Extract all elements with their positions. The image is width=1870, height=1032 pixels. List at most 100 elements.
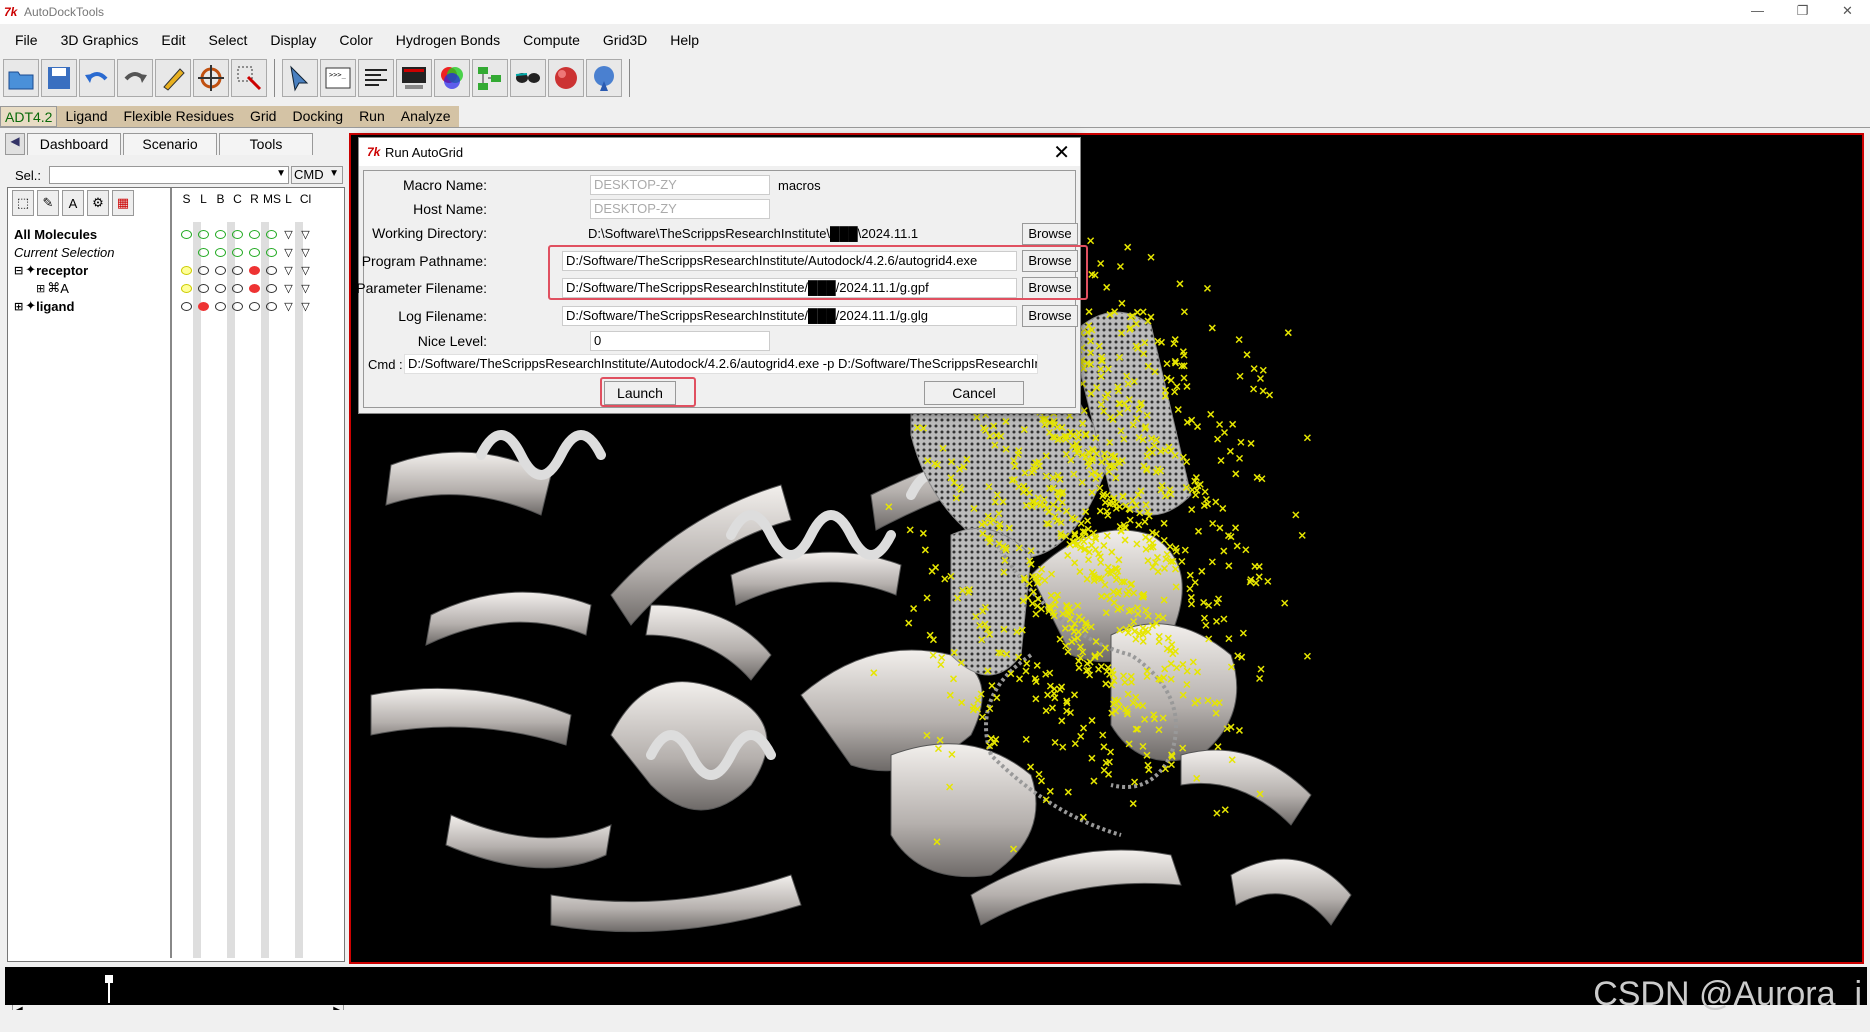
tab-scenario[interactable]: Scenario [123, 133, 217, 155]
label-tool-icon[interactable]: A [62, 190, 84, 216]
adt-menu-analyze[interactable]: Analyze [392, 105, 459, 127]
label-menu-icon[interactable]: ▽ [280, 280, 297, 296]
toggle-s[interactable] [178, 262, 195, 278]
col-header-b[interactable]: B [212, 192, 229, 206]
menu-compute[interactable]: Compute [509, 32, 589, 48]
toggle-s[interactable] [178, 280, 195, 296]
menu-select[interactable]: Select [195, 32, 257, 48]
host-name-field[interactable]: DESKTOP-ZY [590, 199, 770, 219]
toggle-r[interactable] [246, 226, 263, 242]
toggle-l[interactable] [195, 226, 212, 242]
browse-log-button[interactable]: Browse [1022, 305, 1078, 327]
menu-help[interactable]: Help [656, 32, 708, 48]
toggle-s[interactable] [178, 226, 195, 242]
tree-chain-a[interactable]: ⊞ ⌘ A [36, 280, 69, 296]
minimize-button[interactable]: — [1735, 0, 1780, 24]
log-filename-field[interactable]: D:/Software/TheScrippsResearchInstitute/… [562, 306, 1017, 326]
tree-all-molecules[interactable]: All Molecules [14, 226, 97, 242]
toggle-l[interactable] [195, 262, 212, 278]
toggle-ms[interactable] [263, 280, 280, 296]
timeline-bar[interactable] [5, 967, 1867, 1005]
col-header-ms[interactable]: MS [263, 192, 281, 206]
toggle-l[interactable] [195, 280, 212, 296]
col-header-l[interactable]: L [195, 192, 212, 206]
selection-combobox[interactable] [49, 166, 289, 184]
timeline-cursor[interactable] [105, 975, 113, 983]
browse-working-directory-button[interactable]: Browse [1022, 223, 1078, 245]
text-align-icon[interactable] [358, 59, 394, 97]
expand-icon[interactable]: ⊞ [36, 282, 45, 295]
gear-icon[interactable]: ⚙ [87, 190, 109, 216]
adt-menu-run[interactable]: Run [351, 105, 393, 127]
toggle-s[interactable] [178, 298, 195, 314]
col-header-cl[interactable]: Cl [297, 192, 314, 206]
close-icon[interactable]: ✕ [1053, 140, 1070, 165]
adt-version-button[interactable]: ADT4.2 [0, 105, 58, 127]
tree-current-selection[interactable]: Current Selection [14, 244, 114, 260]
menu-hydrogen-bonds[interactable]: Hydrogen Bonds [382, 32, 509, 48]
toggle-r[interactable] [246, 280, 263, 296]
toggle-b[interactable] [212, 298, 229, 314]
adt-menu-grid[interactable]: Grid [242, 105, 285, 127]
color-menu-icon[interactable]: ▽ [297, 298, 314, 314]
undo-icon[interactable] [79, 59, 115, 97]
stereo-glasses-icon[interactable] [510, 59, 546, 97]
cancel-button[interactable]: Cancel [924, 381, 1024, 405]
col-header-c[interactable]: C [229, 192, 246, 206]
cmd-dropdown[interactable]: CMD [291, 166, 343, 184]
adt-menu-ligand[interactable]: Ligand [57, 105, 116, 127]
toggle-c[interactable] [229, 280, 246, 296]
color-menu-icon[interactable]: ▽ [297, 244, 314, 260]
color-menu-icon[interactable]: ▽ [297, 226, 314, 242]
menu-display[interactable]: Display [256, 32, 325, 48]
expand-icon[interactable]: ⊞ [14, 300, 23, 313]
col-header-l2[interactable]: L [280, 192, 297, 206]
toggle-ms[interactable] [263, 262, 280, 278]
label-menu-icon[interactable]: ▽ [280, 298, 297, 314]
network-icon[interactable] [472, 59, 508, 97]
grid-tool-icon[interactable]: ▦ [112, 190, 134, 216]
menu-file[interactable]: File [0, 32, 47, 48]
nice-level-field[interactable]: 0 [590, 331, 770, 351]
toggle-c[interactable] [229, 298, 246, 314]
tab-tools[interactable]: Tools [219, 133, 313, 155]
toggle-b[interactable] [212, 262, 229, 278]
pointer-icon[interactable] [282, 59, 318, 97]
label-menu-icon[interactable]: ▽ [280, 226, 297, 242]
toggle-r[interactable] [246, 244, 263, 260]
save-icon[interactable] [41, 59, 77, 97]
cmd-field[interactable]: D:/Software/TheScrippsResearchInstitute/… [404, 354, 1038, 374]
adt-menu-docking[interactable]: Docking [284, 105, 352, 127]
toggle-ms[interactable] [263, 226, 280, 242]
toggle-b[interactable] [212, 280, 229, 296]
toggle-b[interactable] [212, 244, 229, 260]
pencil-tool-icon[interactable]: ✎ [37, 190, 59, 216]
color-cube-icon[interactable] [434, 59, 470, 97]
color-menu-icon[interactable]: ▽ [297, 280, 314, 296]
label-menu-icon[interactable]: ▽ [280, 244, 297, 260]
selection-icon[interactable] [231, 59, 267, 97]
target-icon[interactable] [193, 59, 229, 97]
menu-3d-graphics[interactable]: 3D Graphics [47, 32, 148, 48]
pencil-icon[interactable] [155, 59, 191, 97]
color-menu-icon[interactable]: ▽ [297, 262, 314, 278]
menu-grid3d[interactable]: Grid3D [589, 32, 656, 48]
toggle-c[interactable] [229, 244, 246, 260]
screen-icon[interactable] [396, 59, 432, 97]
open-folder-icon[interactable] [3, 59, 39, 97]
adt-menu-flexible-residues[interactable]: Flexible Residues [115, 105, 243, 127]
select-tool-icon[interactable]: ⬚ [12, 190, 34, 216]
toggle-l[interactable] [195, 244, 212, 260]
toggle-r[interactable] [246, 262, 263, 278]
pmv-logo-icon[interactable] [586, 59, 622, 97]
menu-color[interactable]: Color [325, 32, 381, 48]
toggle-c[interactable] [229, 262, 246, 278]
expand-icon[interactable]: ⊟ [14, 264, 23, 277]
col-header-s[interactable]: S [178, 192, 195, 206]
menu-edit[interactable]: Edit [147, 32, 194, 48]
col-header-r[interactable]: R [246, 192, 263, 206]
tree-ligand[interactable]: ⊞ ✦ ligand [14, 298, 74, 314]
toggle-ms[interactable] [263, 244, 280, 260]
toggle-r[interactable] [246, 298, 263, 314]
toggle-ms[interactable] [263, 298, 280, 314]
